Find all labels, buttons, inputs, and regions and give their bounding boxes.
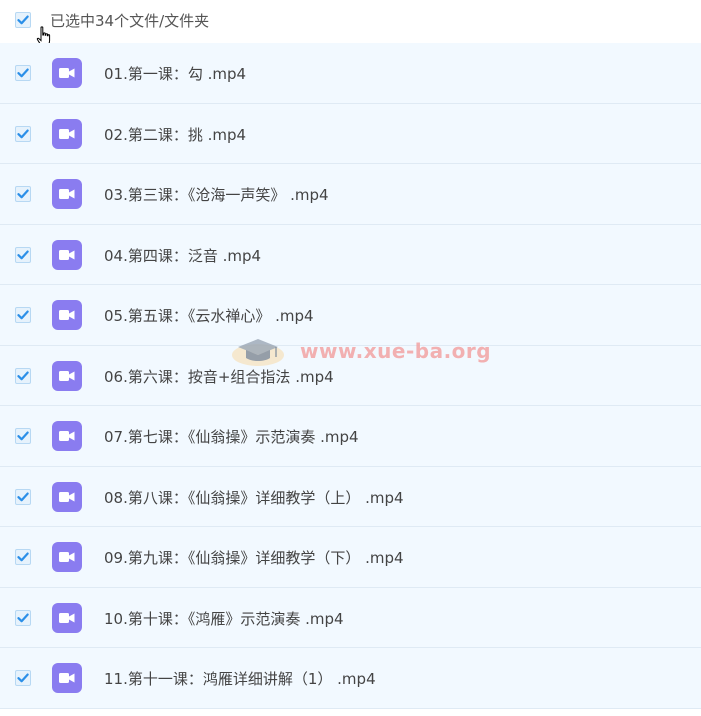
video-file-icon — [52, 481, 82, 512]
file-checkbox[interactable] — [15, 549, 31, 565]
file-checkbox[interactable] — [15, 125, 31, 142]
file-checkbox[interactable] — [15, 246, 31, 263]
file-name[interactable]: 05.第五课：《云水禅心》 .mp4 — [104, 305, 314, 326]
file-name[interactable]: 01.第一课：勾 .mp4 — [104, 63, 246, 84]
file-row[interactable]: 05.第五课：《云水禅心》 .mp4 — [0, 285, 701, 346]
file-checkbox[interactable] — [15, 428, 31, 444]
video-file-icon — [52, 58, 82, 88]
file-checkbox[interactable] — [15, 186, 31, 202]
video-file-icon — [52, 118, 82, 149]
file-row[interactable]: 07.第七课：《仙翁操》示范演奏 .mp4 — [0, 406, 701, 467]
file-row[interactable]: 03.第三课：《沧海一声笑》 .mp4 — [0, 164, 701, 225]
file-row[interactable]: 10.第十课：《鸿雁》示范演奏 .mp4 — [0, 587, 701, 648]
file-name[interactable]: 03.第三课：《沧海一声笑》 .mp4 — [104, 184, 329, 205]
video-file-icon — [52, 179, 82, 209]
video-file-icon — [52, 360, 82, 391]
checkmark-icon — [17, 189, 29, 199]
file-name[interactable]: 10.第十课：《鸿雁》示范演奏 .mp4 — [104, 608, 344, 629]
file-name[interactable]: 06.第六课：按音+组合指法 .mp4 — [104, 366, 334, 387]
file-checkbox[interactable] — [15, 367, 31, 384]
file-row[interactable]: 01.第一课：勾 .mp4 — [0, 43, 701, 104]
file-name[interactable]: 04.第四课：泛音 .mp4 — [104, 245, 261, 266]
video-file-icon — [52, 542, 82, 572]
file-name[interactable]: 07.第七课：《仙翁操》示范演奏 .mp4 — [104, 426, 359, 447]
file-name[interactable]: 02.第二课：挑 .mp4 — [104, 124, 246, 145]
file-checkbox[interactable] — [15, 609, 31, 626]
checkmark-icon — [17, 15, 29, 25]
file-checkbox[interactable] — [15, 307, 31, 323]
checkmark-icon — [17, 492, 29, 501]
file-checkbox[interactable] — [15, 488, 31, 505]
file-name[interactable]: 09.第九课：《仙翁操》详细教学（下） .mp4 — [104, 547, 404, 568]
checkmark-icon — [17, 371, 29, 380]
file-list: 01.第一课：勾 .mp4 02.第二课：挑 .mp4 03.第三课：《沧海一声… — [0, 43, 701, 709]
selection-count-text: 已选中34个文件/文件夹 — [50, 12, 210, 30]
video-file-icon — [52, 602, 82, 633]
file-row[interactable]: 11.第十一课：鸿雁详细讲解（1） .mp4 — [0, 648, 701, 709]
video-file-icon — [52, 421, 82, 451]
select-all-checkbox[interactable] — [15, 12, 31, 28]
file-checkbox[interactable] — [15, 670, 31, 686]
checkmark-icon — [17, 613, 29, 622]
file-row[interactable]: 08.第八课：《仙翁操》详细教学（上） .mp4 — [0, 466, 701, 527]
file-row[interactable]: 06.第六课：按音+组合指法 .mp4 — [0, 345, 701, 406]
checkmark-icon — [17, 250, 29, 259]
file-row[interactable]: 02.第二课：挑 .mp4 — [0, 103, 701, 164]
file-row[interactable]: 04.第四课：泛音 .mp4 — [0, 224, 701, 285]
file-name[interactable]: 11.第十一课：鸿雁详细讲解（1） .mp4 — [104, 668, 376, 689]
checkmark-icon — [17, 673, 29, 683]
checkmark-icon — [17, 68, 29, 78]
file-checkbox[interactable] — [15, 65, 31, 81]
checkmark-icon — [17, 129, 29, 138]
file-name[interactable]: 08.第八课：《仙翁操》详细教学（上） .mp4 — [104, 487, 404, 508]
selection-header: 已选中34个文件/文件夹 — [0, 0, 701, 47]
video-file-icon — [52, 239, 82, 270]
checkmark-icon — [17, 431, 29, 441]
file-row[interactable]: 09.第九课：《仙翁操》详细教学（下） .mp4 — [0, 527, 701, 588]
video-file-icon — [52, 300, 82, 330]
video-file-icon — [52, 663, 82, 693]
checkmark-icon — [17, 552, 29, 562]
checkmark-icon — [17, 310, 29, 320]
